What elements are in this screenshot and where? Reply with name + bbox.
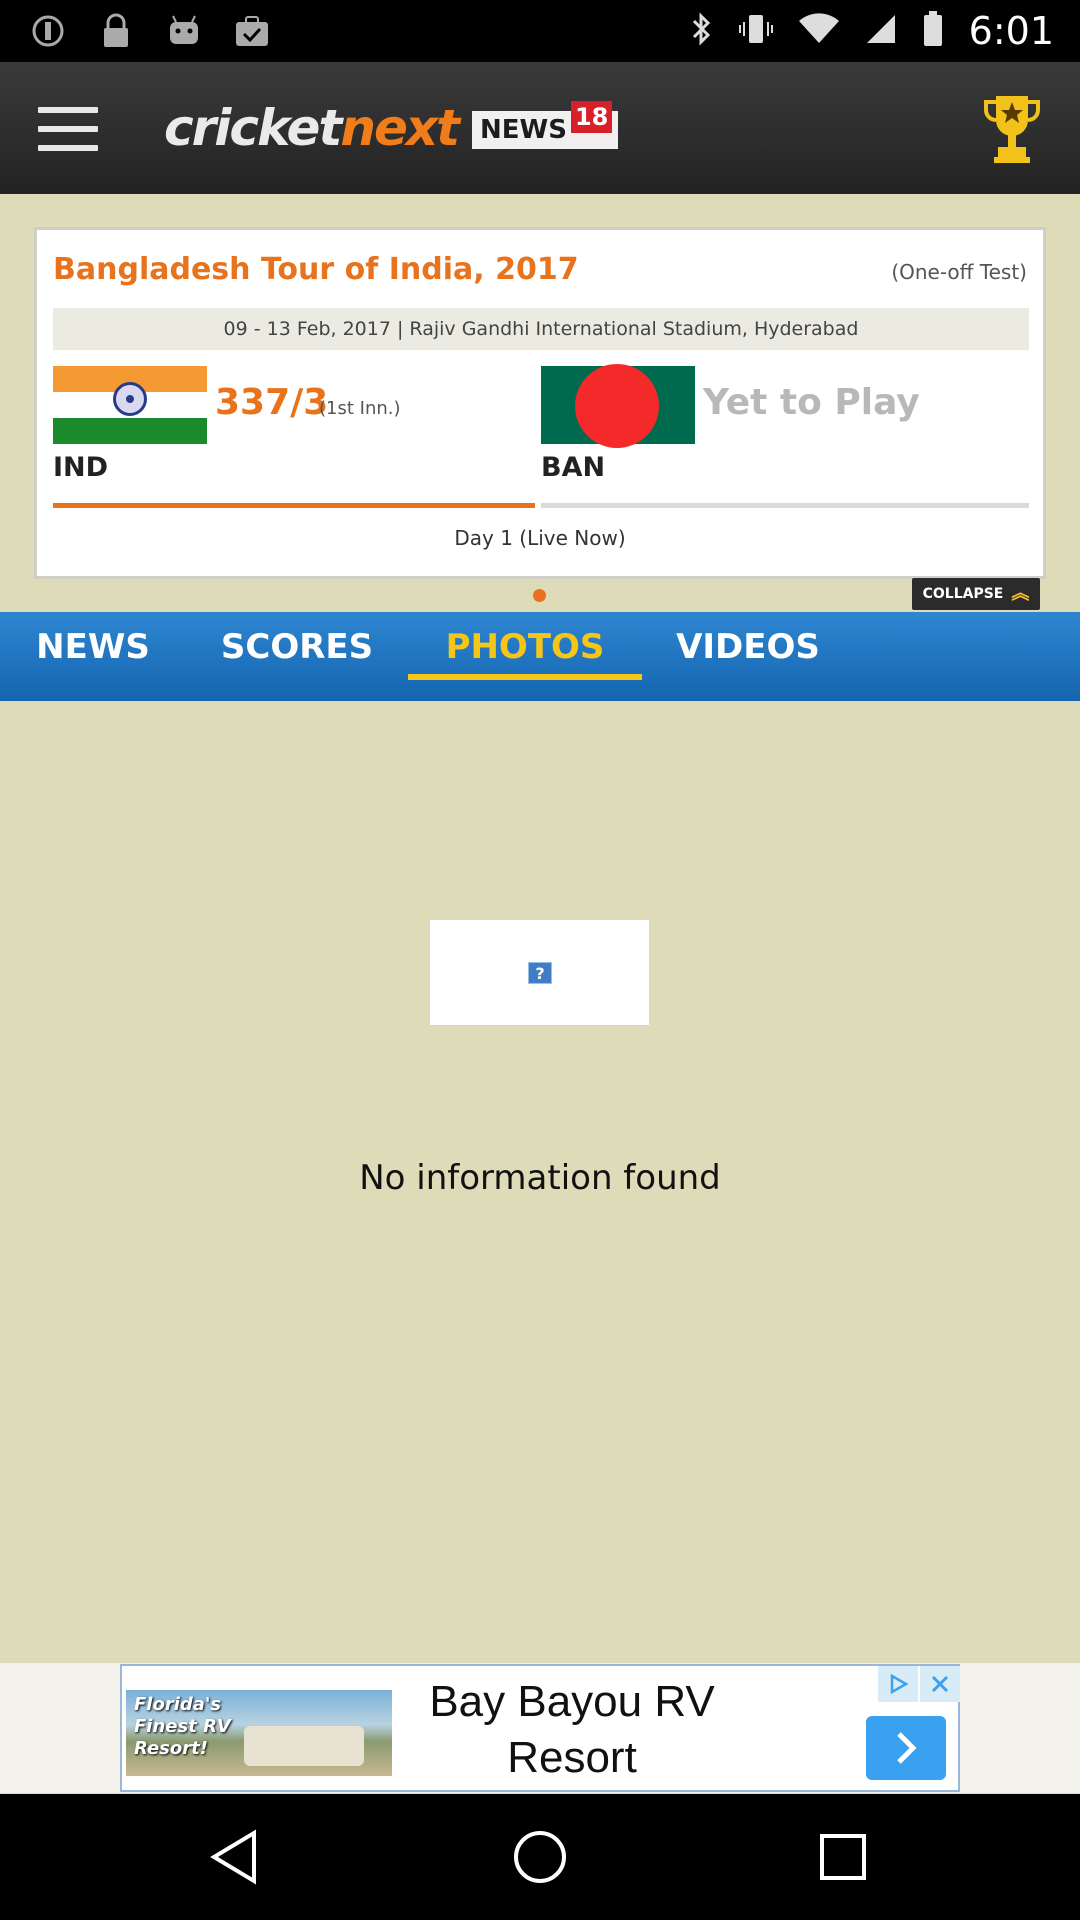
match-type: (One-off Test) <box>891 260 1027 284</box>
active-tab-indicator <box>408 674 642 680</box>
ad-banner[interactable]: Florida's Finest RV Resort! Bay Bayou RV… <box>120 1664 960 1792</box>
signal-icon <box>865 13 897 49</box>
bluetooth-icon <box>691 11 713 51</box>
team2-status: Yet to Play <box>703 382 920 423</box>
status-time: 6:01 <box>968 9 1054 53</box>
home-icon[interactable] <box>505 1822 575 1892</box>
broken-image-placeholder: ? <box>430 920 649 1025</box>
logo-18-text: 18 <box>570 101 613 133</box>
hamburger-menu-icon[interactable] <box>38 107 98 151</box>
bangladesh-flag-icon <box>541 364 695 448</box>
system-nav-bar <box>0 1794 1080 1920</box>
logo-news-text: NEWS <box>480 115 567 145</box>
back-icon[interactable] <box>200 1822 270 1892</box>
tab-photos[interactable]: PHOTOS <box>408 612 642 701</box>
wifi-icon <box>798 13 839 49</box>
empty-state-message: No information found <box>359 1158 721 1198</box>
team-ban: Yet to Play BAN <box>541 364 1029 506</box>
team1-progress-bar <box>53 503 535 508</box>
team-ind: 337/3 (1st Inn.) IND <box>53 366 533 506</box>
team1-code: IND <box>53 452 109 483</box>
ad-image[interactable]: Florida's Finest RV Resort! <box>126 1690 392 1776</box>
tab-videos[interactable]: VIDEOS <box>670 612 826 701</box>
trophy-icon[interactable] <box>982 90 1042 166</box>
team1-innings: (1st Inn.) <box>319 398 401 419</box>
info-icon <box>28 12 68 50</box>
broken-image-icon: ? <box>528 962 552 984</box>
battery-icon <box>923 11 943 51</box>
ad-arrow-button[interactable] <box>866 1716 946 1780</box>
live-score-card[interactable]: Bangladesh Tour of India, 2017 (One-off … <box>34 227 1046 579</box>
tab-scores[interactable]: SCORES <box>212 612 382 701</box>
vibrate-icon <box>738 12 773 50</box>
team1-score: 337/3 <box>215 382 329 423</box>
logo-cricket-text: cricket <box>164 99 342 157</box>
logo-news-badge: NEWS 18 <box>472 101 619 149</box>
ad-image-caption: Florida's Finest RV Resort! <box>134 1694 231 1759</box>
team2-progress-bar <box>541 503 1029 508</box>
recents-icon[interactable] <box>808 1822 878 1892</box>
ad-close-icon[interactable] <box>920 1666 960 1702</box>
series-title: Bangladesh Tour of India, 2017 <box>53 252 579 287</box>
android-icon <box>164 12 204 50</box>
india-flag-icon <box>53 366 207 444</box>
pager-dot <box>533 589 546 602</box>
match-venue: 09 - 13 Feb, 2017 | Rajiv Gandhi Interna… <box>53 308 1029 350</box>
team2-code: BAN <box>541 452 606 483</box>
lock-icon <box>96 12 136 50</box>
logo-next-text: next <box>340 99 460 157</box>
collapse-label: COLLAPSE <box>922 586 1004 602</box>
collapse-button[interactable]: COLLAPSE ︽ <box>912 578 1040 610</box>
clipboard-check-icon <box>232 12 272 50</box>
chevron-up-icon: ︽ <box>1011 583 1030 604</box>
app-header: cricket next NEWS 18 <box>0 62 1080 194</box>
ad-headline[interactable]: Bay Bayou RV Resort <box>422 1674 722 1786</box>
tab-news[interactable]: NEWS <box>22 612 164 701</box>
app-logo[interactable]: cricket next NEWS 18 <box>164 96 619 160</box>
adchoices-icon[interactable] <box>878 1666 918 1702</box>
section-tabs: NEWS SCORES PHOTOS VIDEOS <box>0 612 1080 701</box>
status-bar: 6:01 <box>0 0 1080 62</box>
match-day-status: Day 1 (Live Now) <box>454 526 626 550</box>
